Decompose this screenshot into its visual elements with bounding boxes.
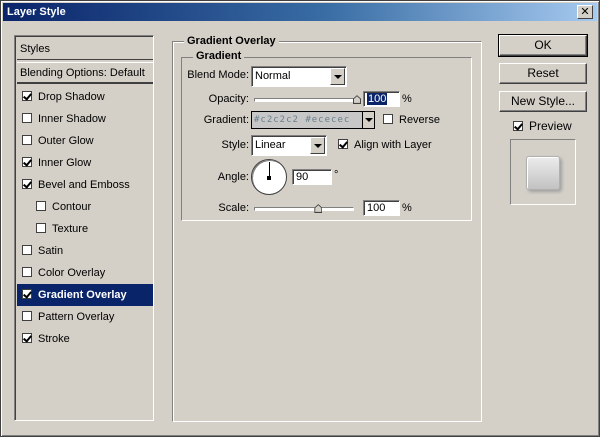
window-title: Layer Style	[7, 6, 66, 18]
align-checkbox-box[interactable]	[338, 139, 348, 149]
style-item-checkbox[interactable]	[22, 333, 32, 343]
style-item-checkbox[interactable]	[22, 245, 32, 255]
angle-input[interactable]: 90	[292, 169, 332, 185]
close-icon[interactable]: ✕	[577, 5, 593, 19]
blend-mode-label: Blend Mode:	[187, 69, 249, 81]
preview-thumbnail	[510, 139, 576, 205]
reverse-label: Reverse	[399, 114, 440, 126]
style-item-label: Pattern Overlay	[38, 311, 115, 323]
style-item-checkbox[interactable]	[22, 179, 32, 189]
align-label: Align with Layer	[354, 139, 432, 151]
chevron-down-icon[interactable]	[310, 137, 325, 154]
opacity-label: Opacity:	[208, 93, 249, 105]
styles-list: Styles Blending Options: Default Drop Sh…	[14, 35, 154, 421]
style-item[interactable]: Outer Glow	[17, 130, 153, 152]
style-item[interactable]: Stroke	[17, 328, 153, 350]
style-item-label: Texture	[52, 223, 89, 235]
opacity-value: 100	[367, 93, 388, 105]
reset-button[interactable]: Reset	[499, 63, 587, 84]
style-item[interactable]: Gradient Overlay	[17, 284, 153, 306]
scale-input[interactable]: 100	[363, 200, 400, 216]
style-item-label: Bevel and Emboss	[38, 179, 130, 191]
style-label: Style:	[221, 139, 249, 151]
style-value: Linear	[255, 139, 286, 151]
style-item-label: Inner Glow	[38, 157, 92, 169]
blend-mode-select[interactable]: Normal	[251, 66, 347, 87]
style-select[interactable]: Linear	[251, 135, 327, 156]
opacity-slider-track[interactable]	[254, 98, 358, 102]
preview-checkbox[interactable]: Preview	[513, 119, 572, 133]
reverse-checkbox-box[interactable]	[383, 114, 393, 124]
style-item-checkbox[interactable]	[22, 91, 32, 101]
style-item-label: Gradient Overlay	[38, 289, 127, 301]
style-item[interactable]: Drop Shadow	[17, 86, 153, 108]
style-item-label: Drop Shadow	[38, 91, 105, 103]
opacity-unit: %	[402, 93, 412, 105]
style-item-label: Stroke	[38, 333, 70, 345]
style-item[interactable]: Color Overlay	[17, 262, 153, 284]
style-item-checkbox[interactable]	[22, 157, 32, 167]
preview-label: Preview	[529, 119, 572, 133]
blend-mode-value: Normal	[255, 70, 291, 82]
style-item[interactable]: Inner Shadow	[17, 108, 153, 130]
ok-button[interactable]: OK	[498, 34, 588, 57]
style-item-checkbox[interactable]	[22, 289, 32, 299]
style-item[interactable]: Inner Glow	[17, 152, 153, 174]
chevron-down-icon[interactable]	[362, 112, 374, 128]
angle-center	[267, 176, 271, 180]
chevron-down-icon[interactable]	[330, 68, 345, 85]
new-style-button[interactable]: New Style...	[499, 91, 587, 112]
gradient-picker[interactable]: #c2c2c2 #ececec	[251, 111, 375, 129]
style-item[interactable]: Texture	[17, 218, 153, 240]
style-item-checkbox[interactable]	[36, 201, 46, 211]
gradient-value: #c2c2c2 #ececec	[254, 115, 351, 125]
angle-dial[interactable]	[251, 159, 287, 195]
style-item-checkbox[interactable]	[22, 311, 32, 321]
styles-header[interactable]: Styles	[17, 38, 153, 60]
style-item-label: Satin	[38, 245, 64, 257]
title-bar: Layer Style ✕	[3, 3, 597, 21]
style-item-label: Outer Glow	[38, 135, 94, 147]
style-item-checkbox[interactable]	[22, 113, 32, 123]
preview-swatch	[526, 156, 560, 190]
gradient-overlay-title: Gradient Overlay	[184, 35, 279, 47]
scale-unit: %	[402, 202, 412, 214]
style-item-label: Color Overlay	[38, 267, 106, 279]
style-item[interactable]: Contour	[17, 196, 153, 218]
style-item-checkbox[interactable]	[36, 223, 46, 233]
scale-slider-track[interactable]	[254, 207, 354, 211]
style-item-label: Contour	[52, 201, 92, 213]
style-item-checkbox[interactable]	[22, 267, 32, 277]
preview-checkbox-box[interactable]	[513, 121, 523, 131]
reverse-checkbox[interactable]: Reverse	[383, 114, 440, 126]
style-item[interactable]: Pattern Overlay	[17, 306, 153, 328]
style-item-label: Inner Shadow	[38, 113, 106, 125]
gradient-label: Gradient:	[203, 114, 249, 126]
blending-options-item[interactable]: Blending Options: Default	[17, 62, 153, 84]
style-item[interactable]: Satin	[17, 240, 153, 262]
style-item[interactable]: Bevel and Emboss	[17, 174, 153, 196]
gradient-subgroup-title: Gradient	[193, 50, 245, 62]
layer-style-dialog: Layer Style ✕ Styles Blending Options: D…	[0, 0, 600, 437]
angle-unit: °	[334, 169, 339, 181]
align-with-layer-checkbox[interactable]: Align with Layer	[338, 139, 432, 151]
angle-label: Angle:	[217, 171, 249, 183]
scale-label: Scale:	[218, 202, 249, 214]
style-item-checkbox[interactable]	[22, 135, 32, 145]
opacity-input[interactable]: 100	[363, 91, 400, 107]
